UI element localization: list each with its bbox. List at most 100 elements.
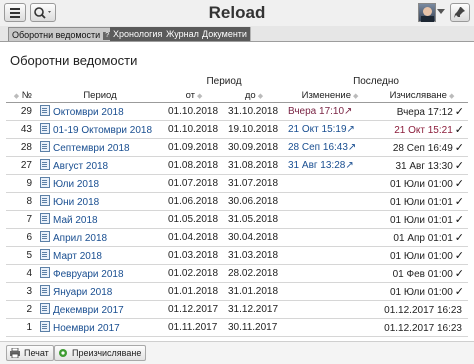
- row-calculated: Вчера 17:12 ✓: [376, 102, 468, 121]
- document-icon: [40, 249, 50, 260]
- row-changed[interactable]: 31 Авг 13:28↗: [284, 156, 376, 175]
- row-to: 19.10.2018: [224, 120, 284, 139]
- row-from: 01.08.2018: [164, 156, 224, 175]
- period-link[interactable]: Октомври 2018: [53, 107, 124, 118]
- row-period[interactable]: Декември 2017: [36, 300, 164, 319]
- tab-bar: Оборотни ведомости? Хронология Журнал До…: [0, 26, 474, 42]
- table-row[interactable]: 4 Февруари 2018 01.02.2018 28.02.2018 01 Фев…: [6, 264, 468, 283]
- row-period[interactable]: 01-19 Октомври 2018: [36, 120, 164, 139]
- row-from: 01.02.2018: [164, 264, 224, 283]
- col-header-changed[interactable]: Изменение ◆: [284, 88, 376, 103]
- period-link[interactable]: Август 2018: [53, 161, 108, 172]
- row-calculated: 01.12.2017 16:23: [376, 318, 468, 337]
- pin-button[interactable]: [450, 3, 470, 22]
- period-link[interactable]: Ноември 2017: [53, 323, 120, 334]
- row-period[interactable]: Юли 2018: [36, 174, 164, 193]
- row-num: 3: [6, 282, 36, 301]
- check-icon: ✓: [454, 142, 464, 154]
- row-changed[interactable]: [284, 210, 376, 229]
- table-row[interactable]: 7 Май 2018 01.05.2018 31.05.2018 01 Юли 01:0…: [6, 210, 468, 229]
- table-row[interactable]: 5 Март 2018 01.03.2018 31.03.2018 01 Юли 01:…: [6, 246, 468, 265]
- row-period[interactable]: Август 2018: [36, 156, 164, 175]
- period-link[interactable]: Април 2018: [53, 233, 107, 244]
- avatar[interactable]: [418, 3, 436, 22]
- row-changed[interactable]: [284, 174, 376, 193]
- row-num: 43: [6, 120, 36, 139]
- row-calculated: 01 Юли 01:01 ✓: [376, 192, 468, 211]
- row-period[interactable]: Април 2018: [36, 228, 164, 247]
- top-bar: Reload: [0, 0, 474, 27]
- table-row[interactable]: 29 Октомври 2018 01.10.2018 31.10.2018 Вчера…: [6, 102, 468, 121]
- table-row[interactable]: 1 Ноември 2017 01.11.2017 30.11.2017 01.12.2…: [6, 318, 468, 337]
- row-changed[interactable]: [284, 300, 376, 319]
- period-link[interactable]: Юни 2018: [53, 197, 99, 208]
- row-to: 31.01.2018: [224, 282, 284, 301]
- row-changed[interactable]: Вчера 17:10↗: [284, 102, 376, 121]
- period-link[interactable]: Март 2018: [53, 251, 102, 262]
- period-link[interactable]: Декември 2017: [53, 305, 124, 316]
- check-icon: ✓: [454, 232, 464, 244]
- col-header-num[interactable]: ◆ №: [6, 88, 36, 103]
- col-header-calculated[interactable]: Изчисляване ◆: [376, 88, 468, 103]
- row-changed[interactable]: [284, 192, 376, 211]
- table-row[interactable]: 8 Юни 2018 01.06.2018 30.06.2018 01 Юли 01:0…: [6, 192, 468, 211]
- calculated-time: 01 Юли 01:00: [390, 179, 453, 190]
- col-header-period[interactable]: Период: [36, 88, 164, 103]
- row-num: 4: [6, 264, 36, 283]
- col-header-to[interactable]: до ◆: [224, 88, 284, 103]
- sort-icon: ◆: [352, 92, 359, 100]
- table-row[interactable]: 3 Януари 2018 01.01.2018 31.01.2018 01 Юли 0…: [6, 282, 468, 301]
- row-period[interactable]: Май 2018: [36, 210, 164, 229]
- row-changed[interactable]: [284, 282, 376, 301]
- tab-chronology[interactable]: Хронология: [110, 27, 167, 41]
- period-link[interactable]: Януари 2018: [53, 287, 112, 298]
- row-period[interactable]: Юни 2018: [36, 192, 164, 211]
- row-period[interactable]: Февруари 2018: [36, 264, 164, 283]
- period-link[interactable]: 01-19 Октомври 2018: [53, 125, 152, 136]
- row-num: 6: [6, 228, 36, 247]
- document-icon: [40, 321, 50, 332]
- table-row[interactable]: 27 Август 2018 01.08.2018 31.08.2018 31 Авг …: [6, 156, 468, 175]
- row-to: 31.08.2018: [224, 156, 284, 175]
- print-button[interactable]: Печат: [6, 345, 54, 361]
- row-changed[interactable]: [284, 264, 376, 283]
- row-num: 28: [6, 138, 36, 157]
- row-period[interactable]: Януари 2018: [36, 282, 164, 301]
- period-link[interactable]: Юли 2018: [53, 179, 99, 190]
- row-period[interactable]: Ноември 2017: [36, 318, 164, 337]
- check-icon: ✓: [454, 286, 464, 298]
- row-period[interactable]: Октомври 2018: [36, 102, 164, 121]
- row-num: 5: [6, 246, 36, 265]
- period-link[interactable]: Септември 2018: [53, 143, 130, 154]
- row-changed[interactable]: 21 Окт 15:19↗: [284, 120, 376, 139]
- tab-label: Хронология: [113, 29, 163, 39]
- row-changed[interactable]: 28 Сеп 16:43↗: [284, 138, 376, 157]
- tab-journal[interactable]: Журнал: [163, 27, 203, 41]
- row-period[interactable]: Март 2018: [36, 246, 164, 265]
- row-period[interactable]: Септември 2018: [36, 138, 164, 157]
- row-to: 31.12.2017: [224, 300, 284, 319]
- calculated-time: 31 Авг 13:30: [395, 161, 453, 172]
- col-header-from[interactable]: от ◆: [164, 88, 224, 103]
- table-row[interactable]: 6 Април 2018 01.04.2018 30.04.2018 01 Апр 01…: [6, 228, 468, 247]
- document-icon: [40, 159, 50, 170]
- row-changed[interactable]: [284, 318, 376, 337]
- table-row[interactable]: 43 01-19 Октомври 2018 01.10.2018 19.10.201…: [6, 120, 468, 139]
- row-changed[interactable]: [284, 228, 376, 247]
- tab-turnover-sheets[interactable]: Оборотни ведомости?: [8, 27, 116, 41]
- row-from: 01.01.2018: [164, 282, 224, 301]
- row-changed[interactable]: [284, 246, 376, 265]
- table-row[interactable]: 9 Юли 2018 01.07.2018 31.07.2018 01 Юли 01:0…: [6, 174, 468, 193]
- table-row[interactable]: 2 Декември 2017 01.12.2017 31.12.2017 01.12.…: [6, 300, 468, 319]
- tab-documents[interactable]: Документи: [199, 27, 251, 41]
- table-row[interactable]: 28 Септември 2018 01.09.2018 30.09.2018 28 С…: [6, 138, 468, 157]
- recalculate-button[interactable]: Преизчисляване: [54, 345, 147, 361]
- calculated-time: 01 Фев 01:00: [392, 269, 453, 280]
- document-icon: [40, 177, 50, 188]
- period-link[interactable]: Май 2018: [53, 215, 98, 226]
- row-num: 8: [6, 192, 36, 211]
- chevron-down-icon[interactable]: [437, 9, 445, 15]
- row-calculated: 01 Юли 01:00 ✓: [376, 174, 468, 193]
- period-link[interactable]: Февруари 2018: [53, 269, 124, 280]
- document-icon: [40, 141, 50, 152]
